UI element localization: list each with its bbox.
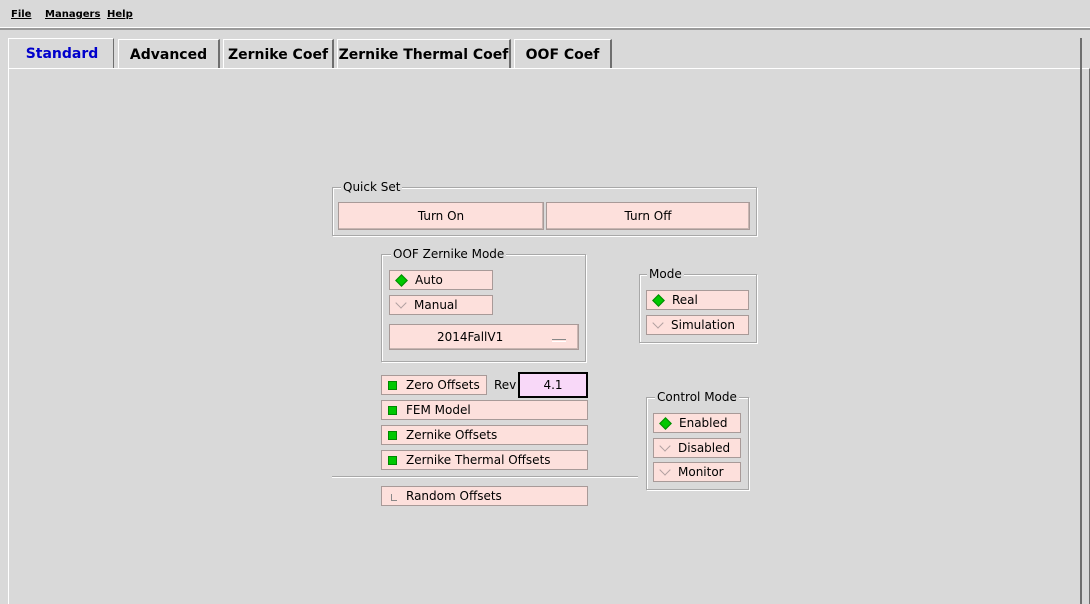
zernike-offsets-label: Zernike Offsets <box>406 428 498 442</box>
tab-standard[interactable]: Standard <box>10 39 114 69</box>
oof-model-dropdown-value: 2014FallV1 <box>437 330 504 344</box>
checkbox-checked-icon <box>388 405 397 415</box>
radio-unselected-icon <box>652 317 664 329</box>
tab-oof-coef[interactable]: OOF Coef <box>514 39 612 69</box>
dropdown-indicator-icon <box>552 339 566 342</box>
rev-label: Rev <box>494 378 517 392</box>
checkbox-checked-icon <box>388 430 397 440</box>
zero-offsets-label: Zero Offsets <box>406 378 480 392</box>
fem-model-checkbox[interactable]: FEM Model <box>381 400 588 420</box>
zernike-thermal-offsets-label: Zernike Thermal Offsets <box>406 453 551 467</box>
oof-mode-auto-label: Auto <box>415 273 443 287</box>
checkbox-checked-icon <box>388 380 397 390</box>
mode-simulation-radio[interactable]: Simulation <box>646 315 749 335</box>
oof-zernike-mode-title: OOF Zernike Mode <box>391 247 507 261</box>
menu-managers[interactable]: Managers <box>45 9 100 20</box>
tab-zernike-coef[interactable]: Zernike Coef <box>223 39 334 69</box>
random-offsets-checkbox[interactable]: Random Offsets <box>381 486 588 506</box>
zero-offsets-checkbox[interactable]: Zero Offsets <box>381 375 487 395</box>
oof-mode-manual-label: Manual <box>414 298 458 312</box>
rev-input[interactable]: 4.1 <box>518 372 588 398</box>
radio-selected-icon <box>395 273 408 287</box>
control-enabled-radio[interactable]: Enabled <box>653 413 741 433</box>
zernike-thermal-offsets-checkbox[interactable]: Zernike Thermal Offsets <box>381 450 588 470</box>
radio-unselected-icon <box>659 464 671 476</box>
random-offsets-label: Random Offsets <box>406 489 502 503</box>
turn-off-button[interactable]: Turn Off <box>546 202 750 230</box>
control-monitor-label: Monitor <box>678 465 724 479</box>
radio-selected-icon <box>652 293 665 307</box>
menu-help[interactable]: Help <box>107 9 133 20</box>
zernike-offsets-checkbox[interactable]: Zernike Offsets <box>381 425 588 445</box>
control-monitor-radio[interactable]: Monitor <box>653 462 741 482</box>
menu-file[interactable]: File <box>11 9 31 20</box>
tab-bar: Standard Advanced Zernike Coef Zernike T… <box>0 30 1090 70</box>
oof-mode-auto-radio[interactable]: Auto <box>389 270 493 290</box>
checkbox-checked-icon <box>388 455 397 465</box>
radio-unselected-icon <box>659 440 671 452</box>
mode-simulation-label: Simulation <box>671 318 735 332</box>
mode-real-radio[interactable]: Real <box>646 290 749 310</box>
control-disabled-label: Disabled <box>678 441 731 455</box>
quick-set-title: Quick Set <box>341 180 403 194</box>
tab-zernike-thermal-coef[interactable]: Zernike Thermal Coef <box>337 39 511 69</box>
oof-mode-manual-radio[interactable]: Manual <box>389 295 493 315</box>
control-disabled-radio[interactable]: Disabled <box>653 438 741 458</box>
fem-model-label: FEM Model <box>406 403 471 417</box>
oof-model-dropdown[interactable]: 2014FallV1 <box>389 324 579 350</box>
turn-on-button[interactable]: Turn On <box>338 202 544 230</box>
mode-title: Mode <box>647 267 684 281</box>
radio-unselected-icon <box>395 297 407 309</box>
tab-advanced[interactable]: Advanced <box>118 39 220 69</box>
control-mode-title: Control Mode <box>655 390 739 404</box>
control-enabled-label: Enabled <box>679 416 728 430</box>
separator <box>332 476 638 478</box>
checkbox-unchecked-icon <box>391 494 397 501</box>
radio-selected-icon <box>659 416 672 430</box>
panel-right-edge <box>1080 38 1082 604</box>
mode-real-label: Real <box>672 293 698 307</box>
menu-bar: File Managers Help <box>0 0 1090 30</box>
